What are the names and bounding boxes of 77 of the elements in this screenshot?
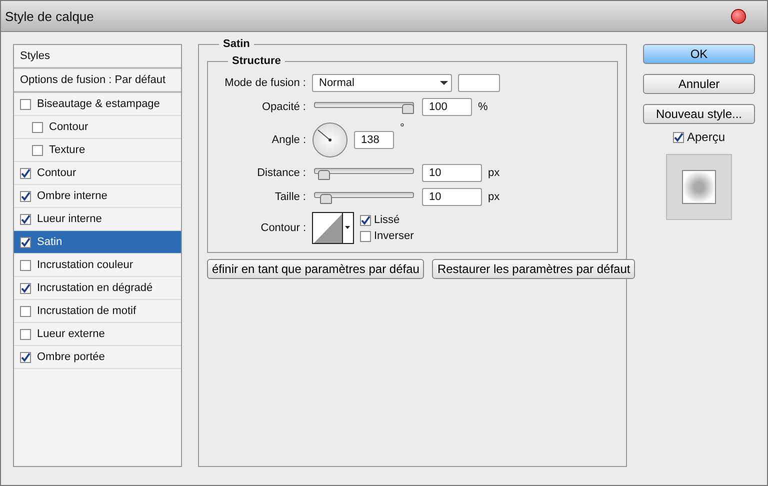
angle-dial-icon[interactable]: [312, 122, 348, 158]
preview-thumbnail-icon: [682, 170, 716, 204]
style-item[interactable]: Ombre interne: [14, 185, 181, 208]
option-label: Lissé: [374, 214, 400, 226]
checkbox[interactable]: [360, 214, 371, 226]
field-label: Angle :: [270, 134, 306, 146]
slider-thumb[interactable]: [318, 170, 330, 180]
unit-label: px: [488, 191, 500, 203]
preview-label: Aperçu: [686, 130, 726, 144]
field-label: Opacité :: [260, 101, 306, 113]
unit-label: °: [400, 122, 404, 134]
window-title: Style de calque: [5, 8, 94, 24]
checkbox[interactable]: [672, 132, 684, 142]
close-icon[interactable]: [732, 10, 745, 22]
checkbox[interactable]: [20, 260, 31, 270]
field-label: Contour :: [260, 222, 306, 234]
defaults-button[interactable]: éfinir en tant que paramètres par défau: [207, 259, 424, 279]
number-field[interactable]: 138: [354, 131, 394, 149]
checkbox[interactable]: [20, 214, 31, 224]
option-label: Inverser: [374, 230, 414, 242]
style-item[interactable]: Incrustation de motif: [14, 300, 181, 323]
slider-thumb[interactable]: [320, 194, 332, 204]
style-label: Incrustation de motif: [37, 305, 136, 317]
style-item[interactable]: Incrustation en dégradé: [14, 277, 181, 300]
group-title: Structure: [228, 55, 285, 67]
style-label: Satin: [37, 236, 62, 248]
slider-track[interactable]: [314, 166, 414, 180]
field-label: Taille :: [274, 191, 306, 203]
blend-mode-dropdown[interactable]: Normal: [312, 74, 452, 92]
style-item[interactable]: Satin: [14, 231, 181, 254]
style-label: Incrustation en dégradé: [37, 282, 153, 294]
number-field[interactable]: 10: [422, 188, 482, 206]
field-label: Mode de fusion :: [224, 77, 306, 89]
style-label: Texture: [49, 144, 86, 156]
slider-track[interactable]: [314, 190, 414, 204]
checkbox[interactable]: [360, 230, 371, 242]
checkbox[interactable]: [20, 282, 31, 294]
checkbox[interactable]: [20, 168, 31, 178]
style-item[interactable]: Contour: [14, 162, 181, 185]
slider-thumb[interactable]: [402, 104, 414, 114]
style-item[interactable]: Incrustation couleur: [14, 254, 181, 277]
style-item[interactable]: Texture: [14, 139, 181, 162]
style-item[interactable]: Ombre portée: [14, 346, 181, 369]
checkbox[interactable]: [20, 352, 31, 362]
checkbox[interactable]: [32, 122, 43, 132]
style-item[interactable]: Lueur externe: [14, 323, 181, 346]
contour-curve-icon[interactable]: [312, 212, 354, 244]
style-label: Ombre interne: [37, 190, 108, 202]
style-label: Contour: [37, 167, 76, 179]
number-field[interactable]: 100: [422, 98, 472, 116]
blend-options-item[interactable]: Options de fusion : Par défaut: [14, 69, 181, 93]
checkbox[interactable]: [32, 144, 43, 156]
checkbox[interactable]: [20, 98, 31, 110]
style-label: Lueur externe: [37, 328, 105, 340]
checkbox[interactable]: [20, 306, 31, 316]
number-field[interactable]: 10: [422, 164, 482, 182]
style-label: Biseautage & estampage: [37, 98, 160, 110]
action-button[interactable]: Annuler: [643, 74, 755, 94]
style-item[interactable]: Biseautage & estampage: [14, 93, 181, 116]
panel-title: Satin: [219, 38, 254, 50]
style-item[interactable]: Contour: [14, 116, 181, 139]
action-button[interactable]: Nouveau style...: [643, 104, 755, 124]
checkbox[interactable]: [20, 190, 31, 202]
slider-track[interactable]: [314, 100, 414, 114]
checkbox[interactable]: [20, 236, 31, 248]
style-label: Contour: [49, 121, 88, 133]
defaults-button[interactable]: Restaurer les paramètres par défaut: [432, 259, 636, 279]
action-button[interactable]: OK: [643, 44, 755, 64]
checkbox[interactable]: [20, 328, 31, 340]
style-label: Ombre portée: [37, 351, 105, 363]
field-label: Distance :: [256, 167, 306, 179]
color-swatch[interactable]: [458, 74, 500, 92]
unit-label: %: [478, 101, 488, 113]
styles-header[interactable]: Styles: [14, 45, 181, 69]
style-label: Incrustation couleur: [37, 259, 133, 271]
style-label: Lueur interne: [37, 213, 102, 225]
unit-label: px: [488, 167, 500, 179]
